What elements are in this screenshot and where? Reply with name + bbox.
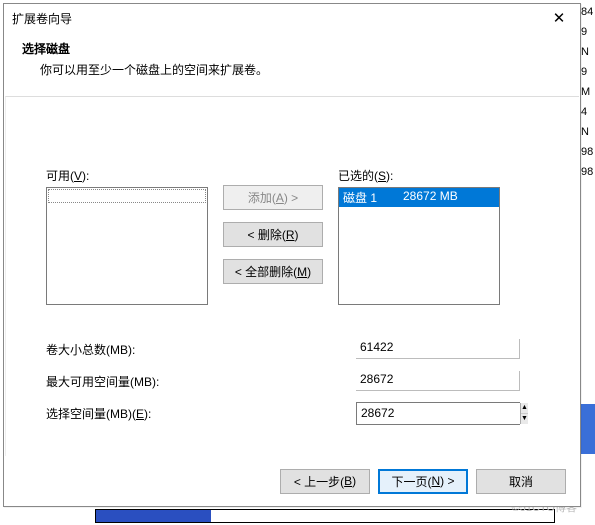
total-size-value: 61422 xyxy=(356,339,520,359)
available-listbox[interactable] xyxy=(46,187,208,305)
cancel-button[interactable]: 取消 xyxy=(476,469,566,494)
page-heading: 选择磁盘 xyxy=(22,40,564,57)
close-icon: ✕ xyxy=(553,9,566,27)
select-space-input[interactable] xyxy=(357,403,520,424)
list-item[interactable]: 磁盘 1 28672 MB xyxy=(339,188,499,207)
list-item[interactable] xyxy=(48,189,206,203)
max-space-label: 最大可用空间量(MB): xyxy=(46,373,356,390)
selected-label: 已选的(S): xyxy=(338,167,500,184)
selected-listbox[interactable]: 磁盘 1 28672 MB xyxy=(338,187,500,305)
body: 可用(V): 添加(A) > < 删除(R) < 全部删除(M) 已选的(S):… xyxy=(5,96,579,456)
add-button: 添加(A) > xyxy=(223,185,323,210)
close-button[interactable]: ✕ xyxy=(538,4,580,32)
dialog-title: 扩展卷向导 xyxy=(12,10,538,27)
extend-volume-wizard-dialog: 扩展卷向导 ✕ 选择磁盘 你可以用至少一个磁盘上的空间来扩展卷。 可用(V): … xyxy=(3,3,581,507)
next-button[interactable]: 下一页(N) > xyxy=(378,469,468,494)
spin-down-icon[interactable]: ▼ xyxy=(521,414,528,424)
background-progress xyxy=(95,509,555,523)
page-subheading: 你可以用至少一个磁盘上的空间来扩展卷。 xyxy=(22,61,564,78)
background-text: 849 N9 M 4 N9898 xyxy=(581,0,595,182)
header: 选择磁盘 你可以用至少一个磁盘上的空间来扩展卷。 xyxy=(4,32,580,96)
total-size-label: 卷大小总数(MB): xyxy=(46,341,356,358)
background-stripe xyxy=(581,404,595,454)
remove-button[interactable]: < 删除(R) xyxy=(223,222,323,247)
footer: < 上一步(B) 下一页(N) > 取消 xyxy=(4,456,580,506)
spin-up-icon[interactable]: ▲ xyxy=(521,403,528,414)
max-space-value: 28672 xyxy=(356,371,520,391)
available-label: 可用(V): xyxy=(46,167,208,184)
titlebar: 扩展卷向导 ✕ xyxy=(4,4,580,32)
select-space-label: 选择空间量(MB)(E): xyxy=(46,405,356,422)
select-space-spinner[interactable]: ▲ ▼ xyxy=(356,402,520,425)
back-button[interactable]: < 上一步(B) xyxy=(280,469,370,494)
remove-all-button[interactable]: < 全部删除(M) xyxy=(223,259,323,284)
